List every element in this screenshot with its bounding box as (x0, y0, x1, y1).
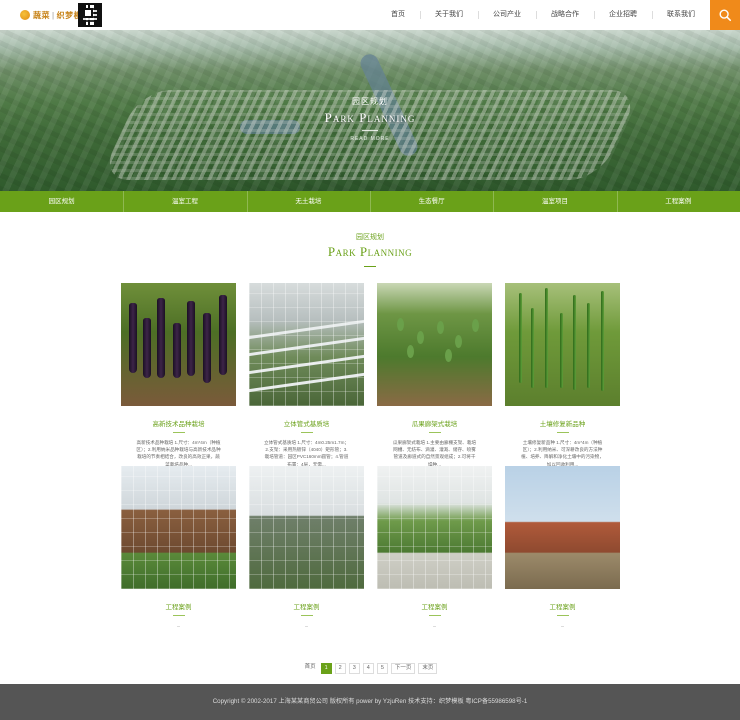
product-card[interactable]: 瓜果廊架式栽培 瓜果廊架式栽培 1.主要由廊棚支架、栽培网槽、无纺布、滴灌、灌溉… (377, 283, 492, 468)
product-desc: 高新技术品种栽培 1.尺寸：4m*4m（种植区）；2.利用纳米品种栽培与高新技术… (136, 440, 221, 467)
banner-title-cn: 园区规划 (352, 97, 388, 106)
project-card[interactable]: 工程案例 ... (249, 466, 364, 651)
project-desc: ... (560, 623, 565, 628)
category-soilless-culture[interactable]: 无土栽培 (246, 191, 370, 212)
category-park-planning[interactable]: 园区规划 (0, 191, 123, 212)
product-image[interactable] (249, 283, 364, 406)
product-image[interactable] (505, 283, 620, 406)
category-greenhouse-engineering[interactable]: 温室工程 (123, 191, 246, 212)
project-title[interactable]: 工程案例 (377, 601, 492, 611)
project-card[interactable]: 工程案例 ... (505, 466, 620, 651)
page-2[interactable]: 2 (334, 663, 346, 674)
category-project-cases[interactable]: 工程案例 (616, 191, 740, 212)
section-title-en: Park Planning (327, 244, 413, 259)
page-5[interactable]: 5 (376, 663, 388, 674)
product-desc: 立体管式基质培 1.尺寸：4m0.25m1.7m；2.支架：采用热镀锌（4040… (263, 440, 349, 467)
product-desc: 土壤修复新品种 1.尺寸：4m*4m（种植区）；2.利用纳米、可深耕改良的方法种… (521, 440, 604, 467)
main-nav: 首页 关于我们 公司产业 战略合作 企业招聘 联系我们 (376, 0, 710, 30)
nav-item-contact[interactable]: 联系我们 (652, 0, 710, 30)
banner-read-more[interactable]: READ MORE (0, 136, 740, 142)
page-3[interactable]: 3 (348, 663, 360, 674)
section-divider (364, 266, 376, 267)
product-title[interactable]: 立体管式基质培 (249, 418, 364, 428)
banner-divider (362, 130, 378, 131)
logo-text: 蔬菜 (33, 10, 50, 20)
product-title[interactable]: 高新技术品种栽培 (121, 418, 236, 428)
nav-item-about[interactable]: 关于我们 (420, 0, 478, 30)
project-desc: ... (432, 623, 437, 628)
qr-code-icon (78, 3, 102, 27)
product-card[interactable]: 土壤修复新品种 土壤修复新品种 1.尺寸：4m*4m（种植区）；2.利用纳米、可… (505, 283, 620, 468)
product-card[interactable]: 高新技术品种栽培 高新技术品种栽培 1.尺寸：4m*4m（种植区）；2.利用纳米… (121, 283, 236, 468)
product-card[interactable]: 立体管式基质培 立体管式基质培 1.尺寸：4m0.25m1.7m；2.支架：采用… (249, 283, 364, 468)
project-image[interactable] (121, 466, 236, 589)
hero-banner: 园区规划 Park Planning READ MORE (0, 30, 740, 191)
search-button[interactable] (710, 0, 740, 30)
product-image[interactable] (377, 283, 492, 406)
pagination: 首页 1 2 3 4 5 下一页 末页 (0, 663, 740, 674)
project-image[interactable] (377, 466, 492, 589)
page-first[interactable]: 首页 (302, 663, 318, 674)
page-1[interactable]: 1 (320, 663, 332, 674)
project-title[interactable]: 工程案例 (121, 601, 236, 611)
project-card[interactable]: 工程案例 ... (121, 466, 236, 651)
project-desc: ... (304, 623, 309, 628)
banner-title-en: Park Planning (324, 110, 416, 125)
footer-copyright: Copyright © 2002-2017 上海某某商贸公司 版权所有 powe… (212, 698, 528, 705)
category-greenhouse-projects[interactable]: 温室项目 (493, 191, 616, 212)
section-title-cn: 园区规划 (356, 234, 384, 241)
nav-item-industry[interactable]: 公司产业 (478, 0, 536, 30)
project-title[interactable]: 工程案例 (505, 601, 620, 611)
page-4[interactable]: 4 (362, 663, 374, 674)
category-bar: 园区规划 温室工程 无土栽培 生态餐厅 温室项目 工程案例 (0, 191, 740, 212)
product-title[interactable]: 土壤修复新品种 (505, 418, 620, 428)
nav-item-partners[interactable]: 战略合作 (536, 0, 594, 30)
search-icon (719, 9, 732, 22)
page-last[interactable]: 末页 (418, 663, 438, 674)
project-image[interactable] (249, 466, 364, 589)
site-footer: Copyright © 2002-2017 上海某某商贸公司 版权所有 powe… (0, 684, 740, 720)
project-image[interactable] (505, 466, 620, 589)
project-desc: ... (176, 623, 181, 628)
product-image[interactable] (121, 283, 236, 406)
product-desc: 瓜果廊架式栽培 1.主要由廊棚支架、栽培网槽、无纺布、滴灌、灌溉、储存、喷雾管道… (392, 440, 477, 467)
site-header: 蔬菜 | 织梦模板 首页 关于我们 公司产业 战略合作 企业招聘 联系我们 (0, 0, 740, 30)
category-eco-restaurant[interactable]: 生态餐厅 (369, 191, 493, 212)
page-next[interactable]: 下一页 (390, 663, 416, 674)
product-title[interactable]: 瓜果廊架式栽培 (377, 418, 492, 428)
nav-item-home[interactable]: 首页 (376, 0, 420, 30)
nav-item-jobs[interactable]: 企业招聘 (594, 0, 652, 30)
logo-mark-icon (20, 10, 30, 20)
project-title[interactable]: 工程案例 (249, 601, 364, 611)
project-card[interactable]: 工程案例 ... (377, 466, 492, 651)
